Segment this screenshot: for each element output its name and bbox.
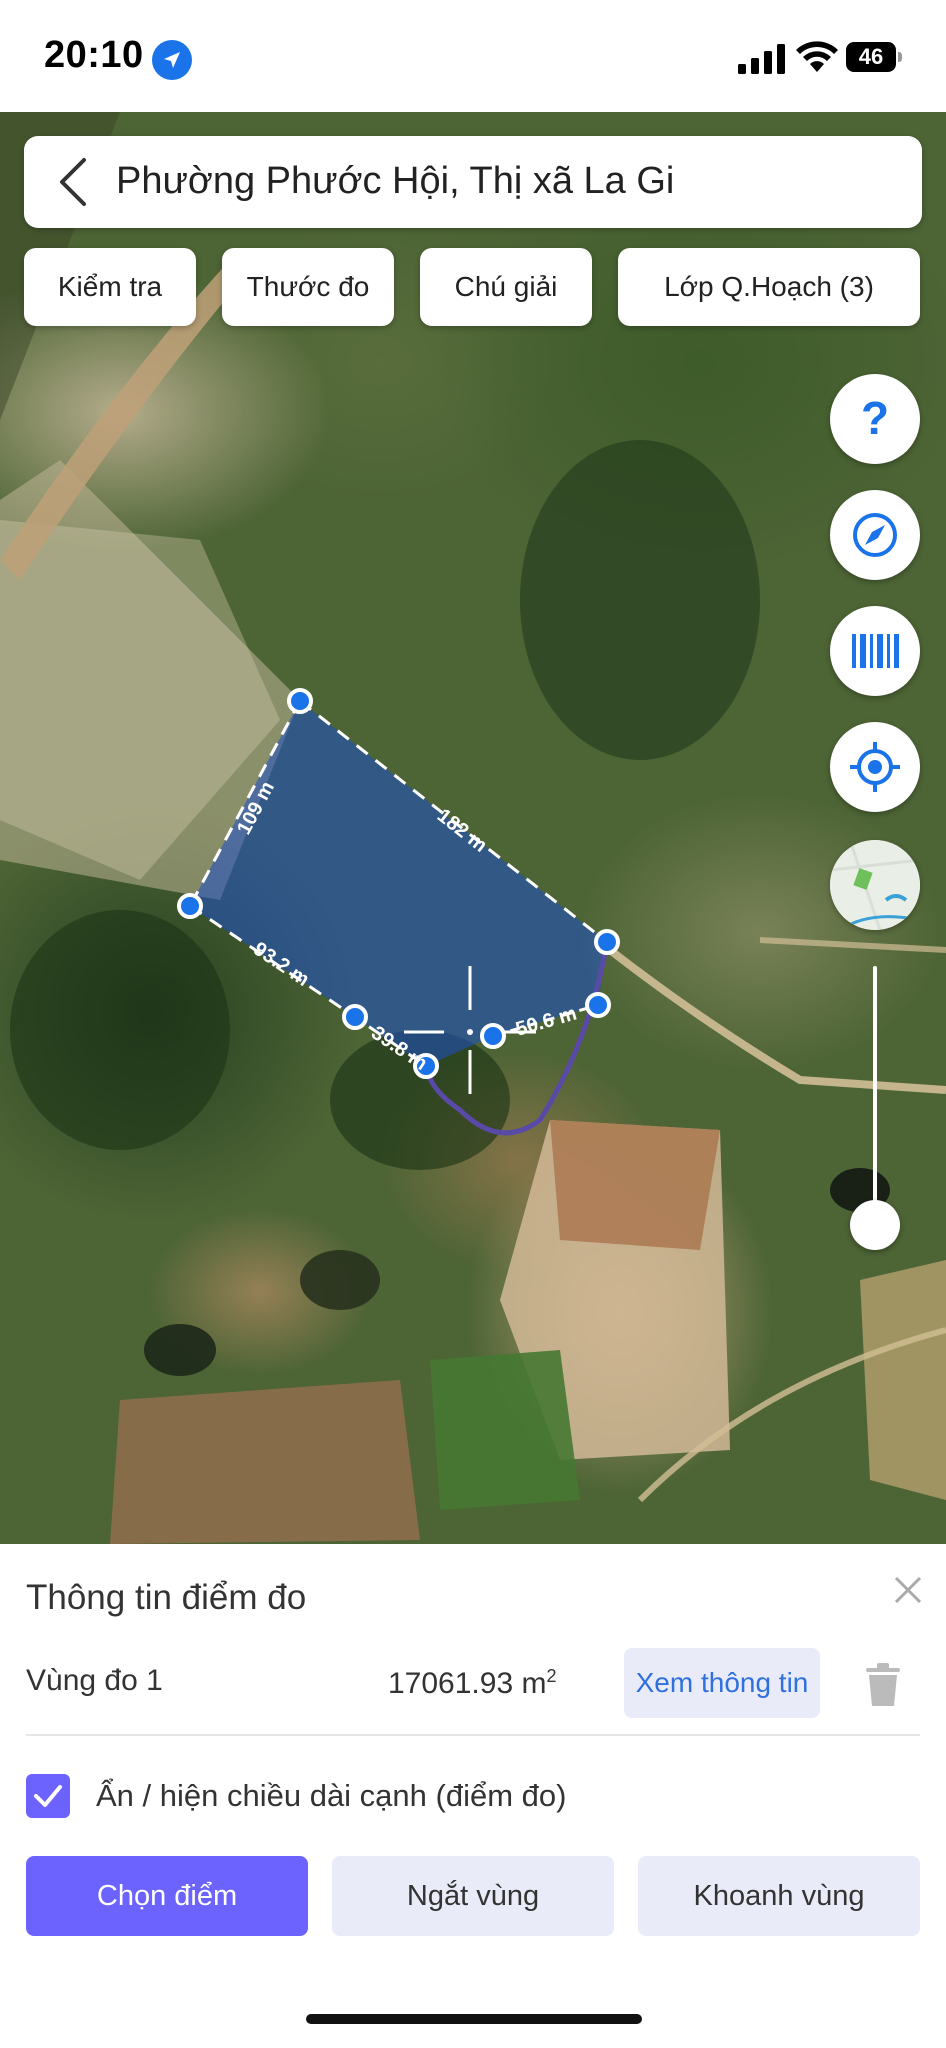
map-layer-icon [830, 840, 920, 930]
barcode-icon [852, 634, 899, 668]
view-info-button[interactable]: Xem thông tin [624, 1648, 820, 1718]
area-name: Vùng đo 1 [26, 1664, 163, 1697]
location-arrow-icon [152, 40, 192, 80]
location-title: Phường Phước Hội, Thị xã La Gi [116, 160, 675, 202]
cellular-signal-icon [738, 44, 785, 74]
back-chevron-icon[interactable] [54, 156, 94, 208]
check-button[interactable]: Kiểm tra [24, 248, 196, 326]
barcode-button[interactable] [830, 606, 920, 696]
vertex-point[interactable] [585, 992, 611, 1018]
battery-icon: 46 [846, 42, 902, 72]
svg-text:?: ? [861, 392, 889, 444]
compass-icon [853, 513, 897, 557]
vertex-point[interactable] [177, 893, 203, 919]
locate-icon [850, 742, 900, 792]
vertex-point[interactable] [342, 1004, 368, 1030]
location-bar[interactable]: Phường Phước Hội, Thị xã La Gi [24, 136, 922, 228]
status-bar: 20:10 46 [0, 0, 946, 112]
area-value: 17061.93 m2 [388, 1666, 557, 1700]
vertex-point[interactable] [480, 1023, 506, 1049]
help-button[interactable]: ? [830, 374, 920, 464]
zoom-slider-track[interactable] [873, 966, 877, 1222]
panel-title: Thông tin điểm đo [26, 1578, 307, 1617]
show-edge-length-checkbox[interactable] [26, 1774, 70, 1818]
locate-button[interactable] [830, 722, 920, 812]
show-edge-length-label: Ẩn / hiện chiều dài cạnh (điểm đo) [96, 1778, 567, 1813]
compass-button[interactable] [830, 490, 920, 580]
satellite-map[interactable]: 109 m 182 m 93.2 m 39.8 m 50.6 m [0, 112, 946, 1544]
home-indicator [306, 2014, 642, 2024]
divider [26, 1734, 920, 1736]
planning-layers-button[interactable]: Lớp Q.Hoạch (3) [618, 248, 920, 326]
select-point-button[interactable]: Chọn điểm [26, 1856, 308, 1936]
break-area-button[interactable]: Ngắt vùng [332, 1856, 614, 1936]
status-time: 20:10 [44, 34, 144, 76]
vertex-point[interactable] [594, 929, 620, 955]
wifi-icon [796, 41, 838, 72]
enclose-area-button[interactable]: Khoanh vùng [638, 1856, 920, 1936]
battery-level: 46 [858, 44, 884, 69]
help-icon: ? [861, 392, 889, 444]
checkmark-icon [34, 1785, 62, 1807]
measurement-panel: Thông tin điểm đo Vùng đo 1 17061.93 m2 … [0, 1544, 946, 2048]
trash-icon[interactable] [862, 1662, 904, 1708]
zoom-slider-handle[interactable] [850, 1200, 900, 1250]
close-icon[interactable] [888, 1570, 928, 1610]
map-layer-thumbnail[interactable] [830, 840, 920, 930]
legend-button[interactable]: Chú giải [420, 248, 592, 326]
vertex-point[interactable] [287, 688, 313, 714]
ruler-button[interactable]: Thước đo [222, 248, 394, 326]
